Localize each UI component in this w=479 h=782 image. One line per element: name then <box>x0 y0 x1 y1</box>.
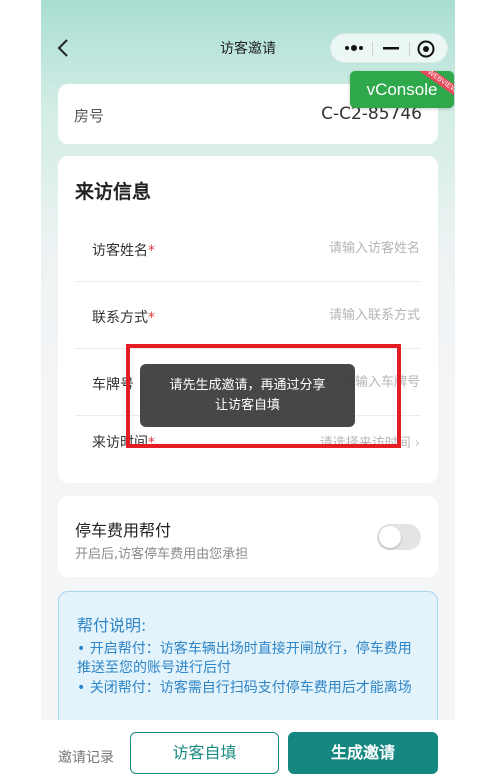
more-button[interactable] <box>343 39 365 57</box>
pay-note-card: 帮付说明: • 开启帮付：访客车辆出场时直接开闸放行，停车费用推送至您的账号进行… <box>58 591 438 741</box>
toast-message: 请先生成邀请，再通过分享 让访客自填 <box>140 364 355 427</box>
form-row-contact: 联系方式* <box>75 283 420 349</box>
mini-program-capsule <box>330 33 448 63</box>
form-row-visitor-name: 访客姓名* <box>75 216 420 282</box>
note-item: • 关闭帮付：访客需自行扫码支付停车费用后才能离场 <box>77 680 412 696</box>
visitor-self-fill-button[interactable]: 访客自填 <box>130 732 279 774</box>
bottom-action-bar: 邀请记录 访客自填 生成邀请 <box>41 720 455 782</box>
field-label: 访客姓名* <box>92 243 155 259</box>
capsule-divider <box>409 42 410 56</box>
field-label: 联系方式* <box>92 310 155 326</box>
parking-title: 停车费用帮付 <box>75 521 172 540</box>
required-mark: * <box>148 243 155 259</box>
contact-input[interactable] <box>250 301 420 329</box>
parking-pay-card: 停车费用帮付 开启后,访客停车费用由您承担 <box>58 496 438 577</box>
room-label: 房号 <box>74 107 105 125</box>
section-title: 来访信息 <box>75 181 152 203</box>
note-title: 帮付说明: <box>77 616 147 635</box>
more-dots-icon <box>345 45 363 51</box>
capsule-divider <box>372 42 373 56</box>
required-mark: * <box>148 310 155 326</box>
close-mini-program-button[interactable] <box>415 38 437 60</box>
chevron-right-icon: › <box>414 436 420 451</box>
parking-desc: 开启后,访客停车费用由您承担 <box>75 547 249 562</box>
visitor-name-input[interactable] <box>250 234 420 262</box>
toggle-knob <box>379 526 401 548</box>
note-item: • 开启帮付：访客车辆出场时直接开闸放行，停车费用推送至您的账号进行后付 <box>77 641 412 676</box>
vconsole-label: vConsole <box>366 80 438 99</box>
minimize-button[interactable] <box>380 39 402 57</box>
target-close-icon <box>417 40 435 58</box>
vconsole-button[interactable]: vConsole WEBVIEW <box>350 71 454 108</box>
toast-line: 请先生成邀请，再通过分享 <box>169 378 326 393</box>
minus-icon <box>383 47 399 50</box>
invite-record-link[interactable]: 邀请记录 <box>58 747 114 767</box>
toast-line: 让访客自填 <box>214 398 280 413</box>
generate-invite-button[interactable]: 生成邀请 <box>288 732 438 774</box>
parking-pay-toggle[interactable] <box>377 524 421 550</box>
